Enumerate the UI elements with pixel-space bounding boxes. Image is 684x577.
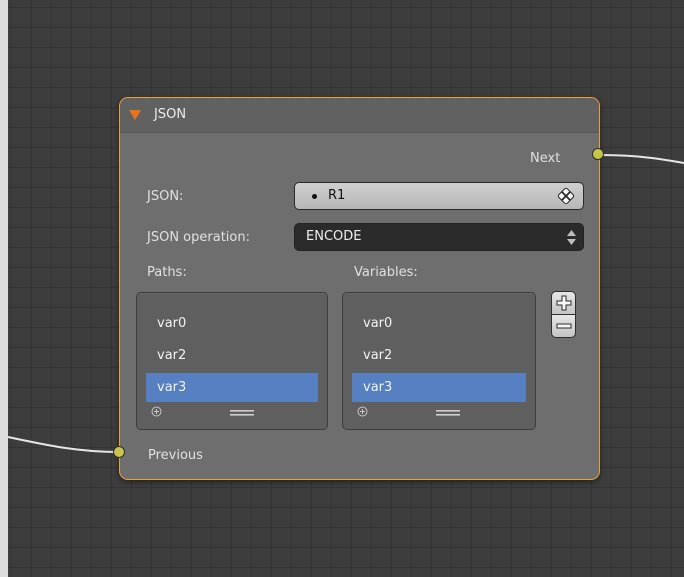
- remove-item-button[interactable]: [551, 314, 576, 338]
- json-field-label: JSON:: [147, 189, 184, 204]
- variables-list[interactable]: var0 var2 var3: [342, 292, 536, 430]
- link-next: [597, 154, 684, 164]
- previous-input-socket[interactable]: [113, 446, 125, 458]
- next-output-label: Next: [530, 151, 561, 166]
- json-field-value: R1: [328, 188, 346, 203]
- operation-value: ENCODE: [306, 229, 362, 244]
- value-dot-icon: [312, 194, 317, 199]
- drag-grip-icon[interactable]: [436, 410, 460, 416]
- node-title: JSON: [154, 107, 187, 122]
- paths-label: Paths:: [147, 265, 187, 280]
- json-field[interactable]: R1: [294, 182, 584, 210]
- small-plus-icon[interactable]: [357, 406, 368, 417]
- variables-label: Variables:: [354, 265, 418, 280]
- json-node[interactable]: JSON Next JSON: R1 JSON operation: ENCOD…: [119, 97, 600, 480]
- operation-field-label: JSON operation:: [147, 230, 250, 245]
- list-item-selected[interactable]: var3: [352, 373, 526, 402]
- previous-input-label: Previous: [148, 448, 203, 463]
- paths-list[interactable]: var0 var2 var3: [136, 292, 328, 430]
- list-item[interactable]: var2: [352, 341, 526, 370]
- link-previous: [7, 436, 120, 453]
- next-output-socket[interactable]: [592, 148, 604, 160]
- x-clear-icon[interactable]: [557, 187, 575, 205]
- list-item[interactable]: var0: [146, 309, 318, 338]
- node-header[interactable]: JSON: [120, 98, 599, 133]
- list-item-selected[interactable]: var3: [146, 373, 318, 402]
- operation-dropdown[interactable]: ENCODE: [294, 223, 584, 251]
- triangle-down-icon[interactable]: [129, 110, 141, 120]
- plus-icon: [556, 295, 572, 311]
- drag-grip-icon[interactable]: [230, 410, 254, 416]
- list-item[interactable]: var2: [146, 341, 318, 370]
- minus-icon: [556, 323, 572, 329]
- add-item-button[interactable]: [551, 291, 576, 315]
- small-plus-icon[interactable]: [151, 406, 162, 417]
- list-item[interactable]: var0: [352, 309, 526, 338]
- up-down-arrows-icon: [567, 230, 576, 245]
